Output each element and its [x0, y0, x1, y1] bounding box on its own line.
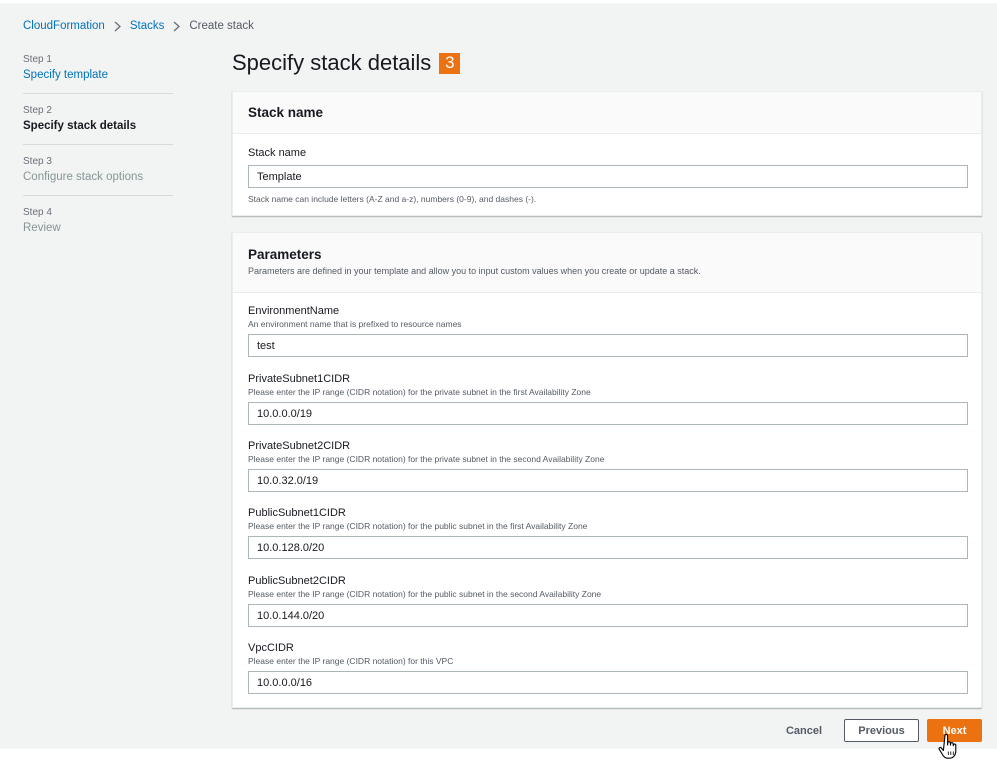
panel-title: Stack name [248, 105, 324, 120]
step-number: Step 4 [23, 207, 52, 218]
previous-button[interactable]: Previous [844, 719, 919, 742]
step-link-specify-template[interactable]: Specify template [23, 68, 173, 83]
step-label-current: Specify stack details [23, 120, 137, 132]
vpc-cidr-input[interactable] [248, 671, 968, 694]
field-description: Please enter the IP range (CIDR notation… [248, 387, 591, 397]
breadcrumb-stacks[interactable]: Stacks [130, 20, 165, 32]
step-label-review: Review [23, 222, 61, 234]
chevron-right-icon [173, 21, 181, 32]
step-3: Step 3 Configure stack options [23, 156, 173, 196]
stack-name-field: Stack name Stack name can include letter… [248, 147, 968, 204]
field-hint: Stack name can include letters (A-Z and … [248, 194, 537, 204]
step-number: Step 2 [23, 105, 52, 116]
step-1: Step 1 Specify template [23, 54, 173, 94]
parameter-field: PrivateSubnet2CIDR Please enter the IP r… [248, 440, 968, 492]
field-label: PrivateSubnet2CIDR [248, 440, 351, 452]
field-label: PublicSubnet1CIDR [248, 507, 346, 519]
panel-title: Parameters [248, 247, 322, 262]
parameter-field: VpcCIDR Please enter the IP range (CIDR … [248, 642, 968, 694]
field-label: Stack name [248, 147, 307, 159]
parameter-field: EnvironmentName An environment name that… [248, 305, 968, 357]
panel-header: Stack name [233, 92, 981, 134]
field-description: Please enter the IP range (CIDR notation… [248, 589, 602, 599]
field-description: Please enter the IP range (CIDR notation… [248, 454, 605, 464]
panel-description: Parameters are defined in your template … [248, 266, 701, 276]
step-2: Step 2 Specify stack details [23, 105, 173, 145]
step-number: Step 1 [23, 54, 52, 65]
private-subnet1-cidr-input[interactable] [248, 402, 968, 425]
step-label-configure-options: Configure stack options [23, 171, 144, 183]
stack-name-input[interactable] [248, 165, 968, 188]
parameter-field: PrivateSubnet1CIDR Please enter the IP r… [248, 373, 968, 425]
field-label: EnvironmentName [248, 305, 340, 317]
step-4: Step 4 Review [23, 207, 173, 247]
parameter-field: PublicSubnet1CIDR Please enter the IP ra… [248, 507, 968, 559]
field-label: PublicSubnet2CIDR [248, 575, 346, 587]
field-label: VpcCIDR [248, 642, 294, 654]
step-number: Step 3 [23, 156, 52, 167]
chevron-right-icon [114, 21, 121, 32]
parameter-field: PublicSubnet2CIDR Please enter the IP ra… [248, 575, 968, 627]
hand-pointer-icon [938, 734, 957, 759]
field-description: An environment name that is prefixed to … [248, 319, 462, 329]
parameters-panel: Parameters Parameters are defined in you… [232, 232, 982, 708]
breadcrumb-cloudformation[interactable]: CloudFormation [23, 20, 105, 32]
field-description: Please enter the IP range (CIDR notation… [248, 656, 454, 666]
environment-name-input[interactable] [248, 334, 968, 357]
page-header: Specify stack details 3 [232, 50, 461, 76]
page-title: Specify stack details [232, 50, 432, 75]
breadcrumb-create-stack: Create stack [189, 20, 254, 32]
stack-name-panel: Stack name Stack name Stack name can inc… [232, 91, 982, 216]
private-subnet2-cidr-input[interactable] [248, 469, 968, 492]
field-description: Please enter the IP range (CIDR notation… [248, 521, 588, 531]
public-subnet1-cidr-input[interactable] [248, 536, 968, 559]
field-label: PrivateSubnet1CIDR [248, 373, 351, 385]
breadcrumb: CloudFormation Stacks Create stack [23, 18, 254, 34]
cancel-button[interactable]: Cancel [775, 720, 833, 742]
panel-header: Parameters Parameters are defined in you… [233, 233, 981, 293]
wizard-steps: Step 1 Specify template Step 2 Specify s… [23, 54, 173, 258]
step-badge: 3 [439, 52, 461, 74]
public-subnet2-cidr-input[interactable] [248, 604, 968, 627]
